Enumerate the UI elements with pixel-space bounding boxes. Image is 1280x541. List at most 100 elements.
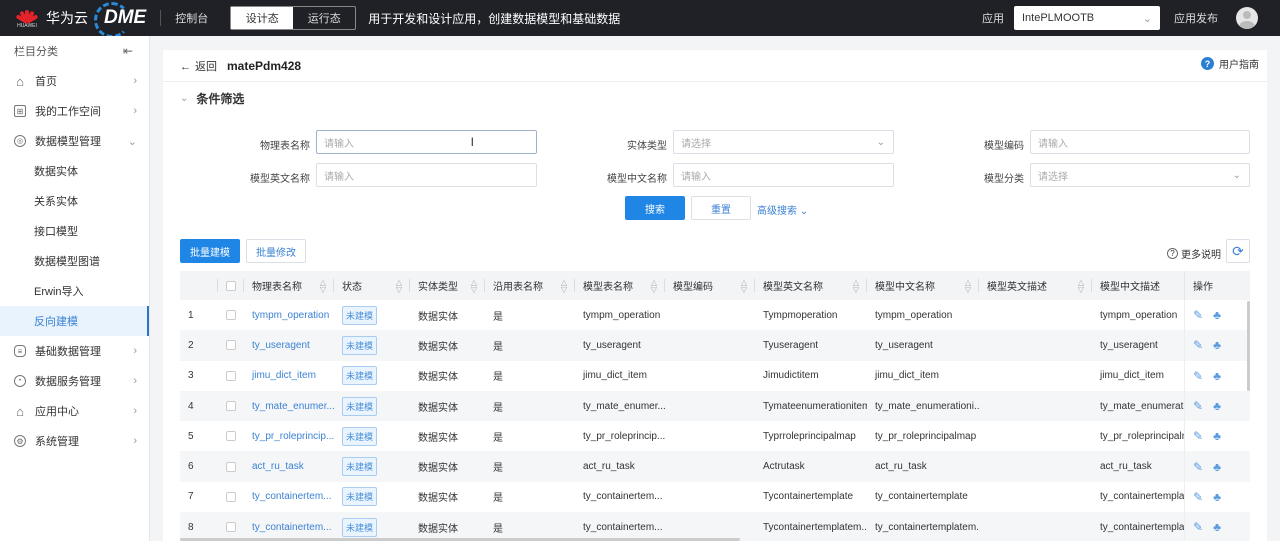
physical-table-name-link[interactable]: ty_containertem... <box>252 491 331 502</box>
edit-icon[interactable]: ✎ <box>1193 369 1203 383</box>
console-link[interactable]: 控制台 <box>175 10 208 26</box>
back-button[interactable]: ← 返回 <box>180 58 217 74</box>
physical-table-name-input[interactable]: 请输入 I <box>316 130 537 154</box>
sidebar-item-basic-data[interactable]: ≡ 基础数据管理 › <box>0 336 149 366</box>
sort-icon[interactable]: △ ▽ <box>1078 278 1084 293</box>
table-row[interactable]: 4 ty_mate_enumer... 未建模 数据实体 是 ty_mate_enumer… <box>180 390 1250 422</box>
tab-runtime-mode[interactable]: 运行态 <box>293 7 355 29</box>
col-status[interactable]: 状态 △ ▽ <box>334 271 410 300</box>
row-checkbox[interactable] <box>226 310 236 321</box>
col-en-name[interactable]: 模型英文名称 △ ▽ <box>755 271 867 300</box>
sort-icon[interactable]: △ ▽ <box>471 278 477 293</box>
build-model-icon[interactable]: ♣ <box>1213 338 1221 352</box>
physical-table-name-link[interactable]: ty_containertem... <box>252 522 331 533</box>
sidebar-subitem-model-graph[interactable]: 数据模型图谱 <box>0 246 149 276</box>
col-model-code[interactable]: 模型编码 △ ▽ <box>665 271 755 300</box>
physical-table-name-link[interactable]: jimu_dict_item <box>252 370 316 381</box>
reset-button[interactable]: 重置 <box>691 196 751 220</box>
sort-icon[interactable]: △ ▽ <box>965 278 971 293</box>
table-row[interactable]: 5 ty_pr_roleprincip... 未建模 数据实体 是 ty_pr_rolep… <box>180 421 1250 452</box>
physical-table-name-link[interactable]: ty_useragent <box>252 340 310 351</box>
sidebar-subitem-reverse-modeling[interactable]: 反向建模 <box>0 306 149 336</box>
sidebar-subitem-interface-model[interactable]: 接口模型 <box>0 216 149 246</box>
batch-edit-button[interactable]: 批量修改 <box>246 239 306 263</box>
more-info-link[interactable]: ? 更多说明 <box>1167 246 1221 261</box>
sidebar-item-data-model[interactable]: ◎ 数据模型管理 ⌄ <box>0 126 149 156</box>
row-checkbox[interactable] <box>226 370 236 381</box>
col-cn-name[interactable]: 模型中文名称 △ ▽ <box>867 271 979 300</box>
table-row[interactable]: 8 ty_containertem... 未建模 数据实体 是 ty_containert… <box>180 512 1250 541</box>
edit-icon[interactable]: ✎ <box>1193 429 1203 443</box>
sort-icon[interactable]: △ ▽ <box>741 278 747 293</box>
col-label: 模型英文描述 <box>987 282 1047 293</box>
table-row[interactable]: 2 ty_useragent 未建模 数据实体 是 ty_useragent Tyusera… <box>180 330 1250 361</box>
advanced-search-link[interactable]: 高级搜索 ⌄ <box>757 202 808 217</box>
sort-icon[interactable]: △ ▽ <box>561 278 567 293</box>
edit-icon[interactable]: ✎ <box>1193 460 1203 474</box>
sidebar-subitem-data-entity[interactable]: 数据实体 <box>0 156 149 186</box>
entity-type-select[interactable]: 请选择 ⌄ <box>673 130 894 154</box>
app-publish-link[interactable]: 应用发布 <box>1174 10 1218 26</box>
build-model-icon[interactable]: ♣ <box>1213 520 1221 534</box>
sidebar-item-home[interactable]: ⌂ 首页 › <box>0 66 149 96</box>
row-checkbox[interactable] <box>226 431 236 442</box>
edit-icon[interactable]: ✎ <box>1193 338 1203 352</box>
physical-table-name-link[interactable]: tympm_operation <box>252 310 329 321</box>
app-select[interactable]: IntePLMOOTB ⌄ <box>1014 6 1160 30</box>
row-checkbox[interactable] <box>226 491 236 502</box>
entity-type-label: 实体类型 <box>627 141 667 152</box>
sidebar-item-data-service[interactable]: • 数据服务管理 › <box>0 366 149 396</box>
build-model-icon[interactable]: ♣ <box>1213 308 1221 322</box>
sidebar-item-system[interactable]: ⚙ 系统管理 › <box>0 426 149 456</box>
sidebar-item-app-center[interactable]: ⌂ 应用中心 › <box>0 396 149 426</box>
table-row[interactable]: 7 ty_containertem... 未建模 数据实体 是 ty_containert… <box>180 481 1250 513</box>
sort-icon[interactable]: △ ▽ <box>396 278 402 293</box>
filter-section-toggle[interactable]: ⌄ 条件筛选 <box>180 90 244 107</box>
row-checkbox[interactable] <box>226 401 236 412</box>
sidebar-item-workspace[interactable]: ⊞ 我的工作空间 › <box>0 96 149 126</box>
col-model-table[interactable]: 模型表名称 △ ▽ <box>575 271 665 300</box>
sidebar-subitem-relation-entity[interactable]: 关系实体 <box>0 186 149 216</box>
user-guide-link[interactable]: ? 用户指南 <box>1201 56 1259 71</box>
model-en-name-input[interactable]: 请输入 <box>316 163 537 187</box>
sidebar-subitem-erwin-import[interactable]: Erwin导入 <box>0 276 149 306</box>
table-row[interactable]: 6 act_ru_task 未建模 数据实体 是 act_ru_task Actrutask… <box>180 451 1250 482</box>
page-title: matePdm428 <box>227 58 302 73</box>
build-model-icon[interactable]: ♣ <box>1213 429 1221 443</box>
avatar[interactable] <box>1236 7 1258 29</box>
physical-table-name-link[interactable]: ty_pr_roleprincip... <box>252 431 334 442</box>
col-reuse-name[interactable]: 沿用表名称 △ ▽ <box>485 271 575 300</box>
row-checkbox[interactable] <box>226 522 236 533</box>
row-checkbox[interactable] <box>226 461 236 472</box>
model-code-input[interactable]: 请输入 <box>1030 130 1250 154</box>
model-category-select[interactable]: 请选择 ⌄ <box>1030 163 1250 187</box>
sort-icon[interactable]: △ ▽ <box>853 278 859 293</box>
vertical-scrollbar[interactable] <box>1247 301 1250 391</box>
collapse-sidebar-icon[interactable]: ⇤ <box>123 44 133 58</box>
row-checkbox-wrap <box>218 361 244 391</box>
edit-icon[interactable]: ✎ <box>1193 308 1203 322</box>
build-model-icon[interactable]: ♣ <box>1213 490 1221 504</box>
col-physical-name[interactable]: 物理表名称 △ ▽ <box>244 271 334 300</box>
table-row[interactable]: 3 jimu_dict_item 未建模 数据实体 是 jimu_dict_item Jim… <box>180 360 1250 391</box>
edit-icon[interactable]: ✎ <box>1193 520 1203 534</box>
edit-icon[interactable]: ✎ <box>1193 490 1203 504</box>
build-model-icon[interactable]: ♣ <box>1213 460 1221 474</box>
batch-build-button[interactable]: 批量建模 <box>180 239 240 263</box>
select-all-checkbox[interactable] <box>226 280 236 291</box>
physical-table-name-link[interactable]: ty_mate_enumer... <box>252 401 334 412</box>
tab-design-mode[interactable]: 设计态 <box>231 7 294 29</box>
physical-table-name-link[interactable]: act_ru_task <box>252 461 304 472</box>
row-checkbox[interactable] <box>226 340 236 351</box>
build-model-icon[interactable]: ♣ <box>1213 369 1221 383</box>
refresh-button[interactable]: ⟳ <box>1226 239 1250 263</box>
edit-icon[interactable]: ✎ <box>1193 399 1203 413</box>
search-button[interactable]: 搜索 <box>625 196 685 220</box>
build-model-icon[interactable]: ♣ <box>1213 399 1221 413</box>
sort-icon[interactable]: △ ▽ <box>651 278 657 293</box>
model-cn-name-input[interactable]: 请输入 <box>673 163 894 187</box>
col-en-desc[interactable]: 模型英文描述 △ ▽ <box>979 271 1092 300</box>
col-entity-type[interactable]: 实体类型 △ ▽ <box>410 271 485 300</box>
sort-icon[interactable]: △ ▽ <box>320 278 326 293</box>
table-row[interactable]: 1 tympm_operation 未建模 数据实体 是 tympm_operation T… <box>180 300 1250 331</box>
